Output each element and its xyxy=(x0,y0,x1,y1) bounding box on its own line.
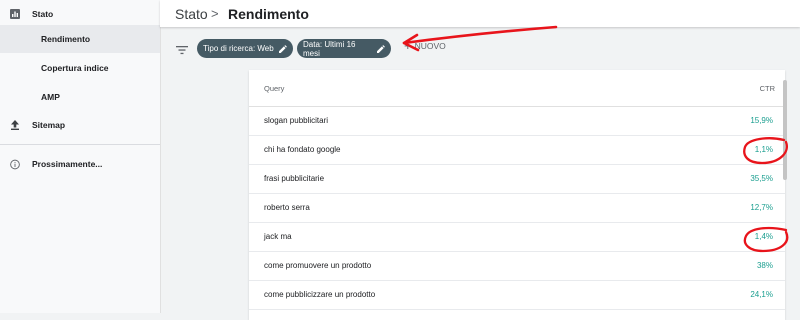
chevron-right-icon: > xyxy=(211,6,219,21)
sidebar-item-amp[interactable]: AMP xyxy=(0,83,160,111)
add-filter-button[interactable]: + NUOVO xyxy=(404,38,446,53)
sidebar-item-prossimamente[interactable]: Prossimamente... xyxy=(0,150,160,178)
table-row[interactable]: frasi pubblicitarie 35,5% xyxy=(249,164,785,194)
sidebar-item-label: AMP xyxy=(41,92,60,102)
bar-chart-icon xyxy=(10,9,20,19)
sidebar-item-label: Rendimento xyxy=(41,34,91,44)
sidebar-item-stato[interactable]: Stato xyxy=(0,0,160,28)
sidebar-divider xyxy=(0,144,160,145)
sidebar-item-label: Prossimamente... xyxy=(32,159,103,169)
page-title: Rendimento xyxy=(228,5,309,22)
queries-table: Query CTR slogan pubblicitari 15,9% chi … xyxy=(249,70,785,320)
ctr-cell: 38% xyxy=(756,261,773,270)
scrollbar[interactable] xyxy=(783,80,787,180)
ctr-cell: 1,4% xyxy=(754,232,773,241)
table-header: Query CTR xyxy=(249,70,785,107)
info-icon xyxy=(10,159,20,169)
header-bar: Stato > Rendimento xyxy=(160,0,800,27)
table-row[interactable]: roberto serra 12,7% xyxy=(249,193,785,223)
query-cell: slogan pubblicitari xyxy=(264,116,329,125)
filter-icon[interactable] xyxy=(176,42,188,55)
add-filter-label: NUOVO xyxy=(414,41,446,51)
query-cell: come promuovere un prodotto xyxy=(264,261,372,270)
filter-chip-date[interactable]: Data: Ultimi 16 mesi xyxy=(297,39,391,58)
column-header-ctr[interactable]: CTR xyxy=(760,84,775,93)
sidebar-item-label: Sitemap xyxy=(32,120,66,130)
sidebar-item-label: Stato xyxy=(32,9,54,19)
breadcrumb-stato[interactable]: Stato xyxy=(175,6,208,22)
query-cell: come pubblicizzare un prodotto xyxy=(264,290,376,299)
ctr-cell: 12,7% xyxy=(750,203,773,212)
plus-icon: + xyxy=(404,38,412,53)
query-cell: roberto serra xyxy=(264,203,310,212)
edit-icon[interactable] xyxy=(278,44,287,53)
table-row[interactable]: slogan pubblicitari 15,9% xyxy=(249,106,785,136)
table-row[interactable]: jack ma 1,4% xyxy=(249,222,785,252)
edit-icon[interactable] xyxy=(377,44,385,53)
sidebar-item-rendimento[interactable]: Rendimento xyxy=(0,25,160,53)
ctr-cell: 35,5% xyxy=(750,174,773,183)
table-row[interactable]: chi ha fondato google 1,1% xyxy=(249,135,785,165)
sidebar-item-copertura-indice[interactable]: Copertura indice xyxy=(0,54,160,82)
query-cell: jack ma xyxy=(264,232,292,241)
table-row[interactable]: come promuovere un prodotto 38% xyxy=(249,251,785,281)
table-row[interactable]: come pubblicizzare un prodotto 24,1% xyxy=(249,280,785,310)
ctr-cell: 1,1% xyxy=(754,145,773,154)
sidebar-item-label: Copertura indice xyxy=(41,63,109,73)
column-header-query[interactable]: Query xyxy=(264,84,284,93)
sidebar-item-sitemap[interactable]: Sitemap xyxy=(0,111,160,139)
ctr-cell: 15,9% xyxy=(750,116,773,125)
query-cell: frasi pubblicitarie xyxy=(264,174,325,183)
ctr-cell: 24,1% xyxy=(750,290,773,299)
chip-label: Data: Ultimi 16 mesi xyxy=(303,39,356,58)
query-cell: chi ha fondato google xyxy=(264,145,341,154)
filter-chip-search-type[interactable]: Tipo di ricerca: Web xyxy=(197,39,293,58)
chip-label: Tipo di ricerca: Web xyxy=(203,44,274,53)
sidebar: Stato Rendimento Copertura indice AMP Si… xyxy=(0,0,161,313)
upload-icon xyxy=(10,120,20,130)
